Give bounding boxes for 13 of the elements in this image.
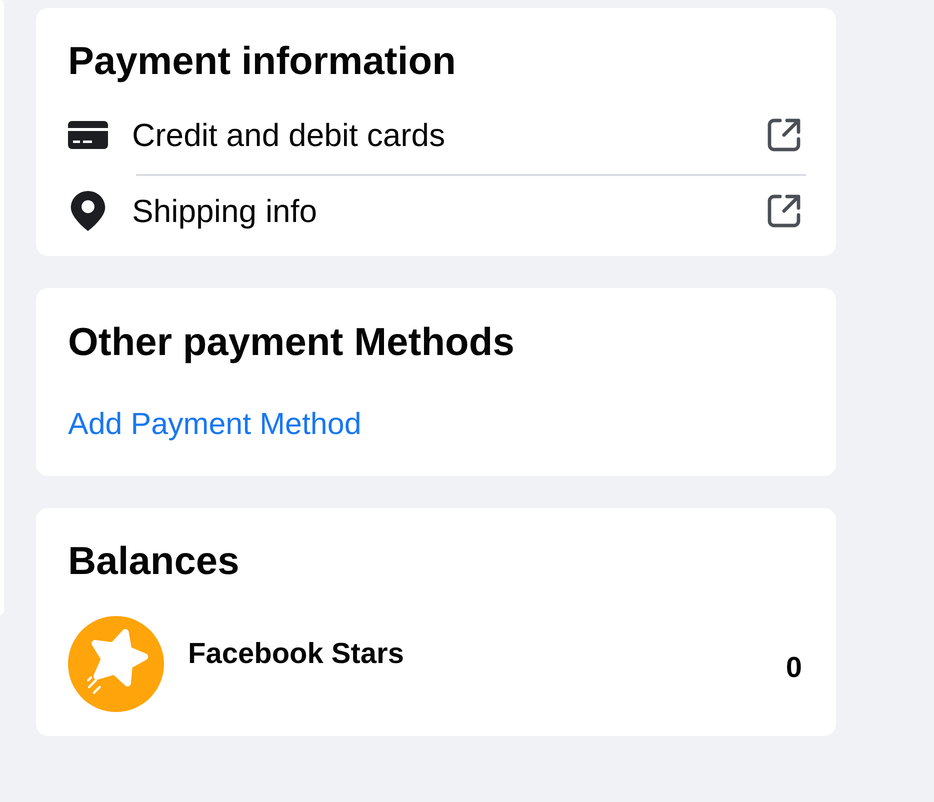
section-title: Other payment Methods	[68, 321, 514, 365]
payment-option-link[interactable]: Shipping info	[132, 192, 318, 230]
add-payment-link[interactable]: Add Payment Method	[68, 406, 362, 442]
balance-name: Facebook Stars	[188, 637, 404, 671]
star-badge-icon	[68, 616, 164, 712]
credit-card-icon	[68, 121, 108, 149]
external-link-icon[interactable]	[766, 117, 802, 153]
external-link-icon[interactable]	[766, 193, 802, 229]
balance-amount: 0	[786, 651, 802, 685]
section-title: Payment information	[68, 40, 456, 84]
payment-option-link[interactable]: Credit and debit cards	[132, 116, 446, 154]
section-title: Balances	[68, 540, 240, 584]
location-pin-icon	[70, 191, 106, 231]
